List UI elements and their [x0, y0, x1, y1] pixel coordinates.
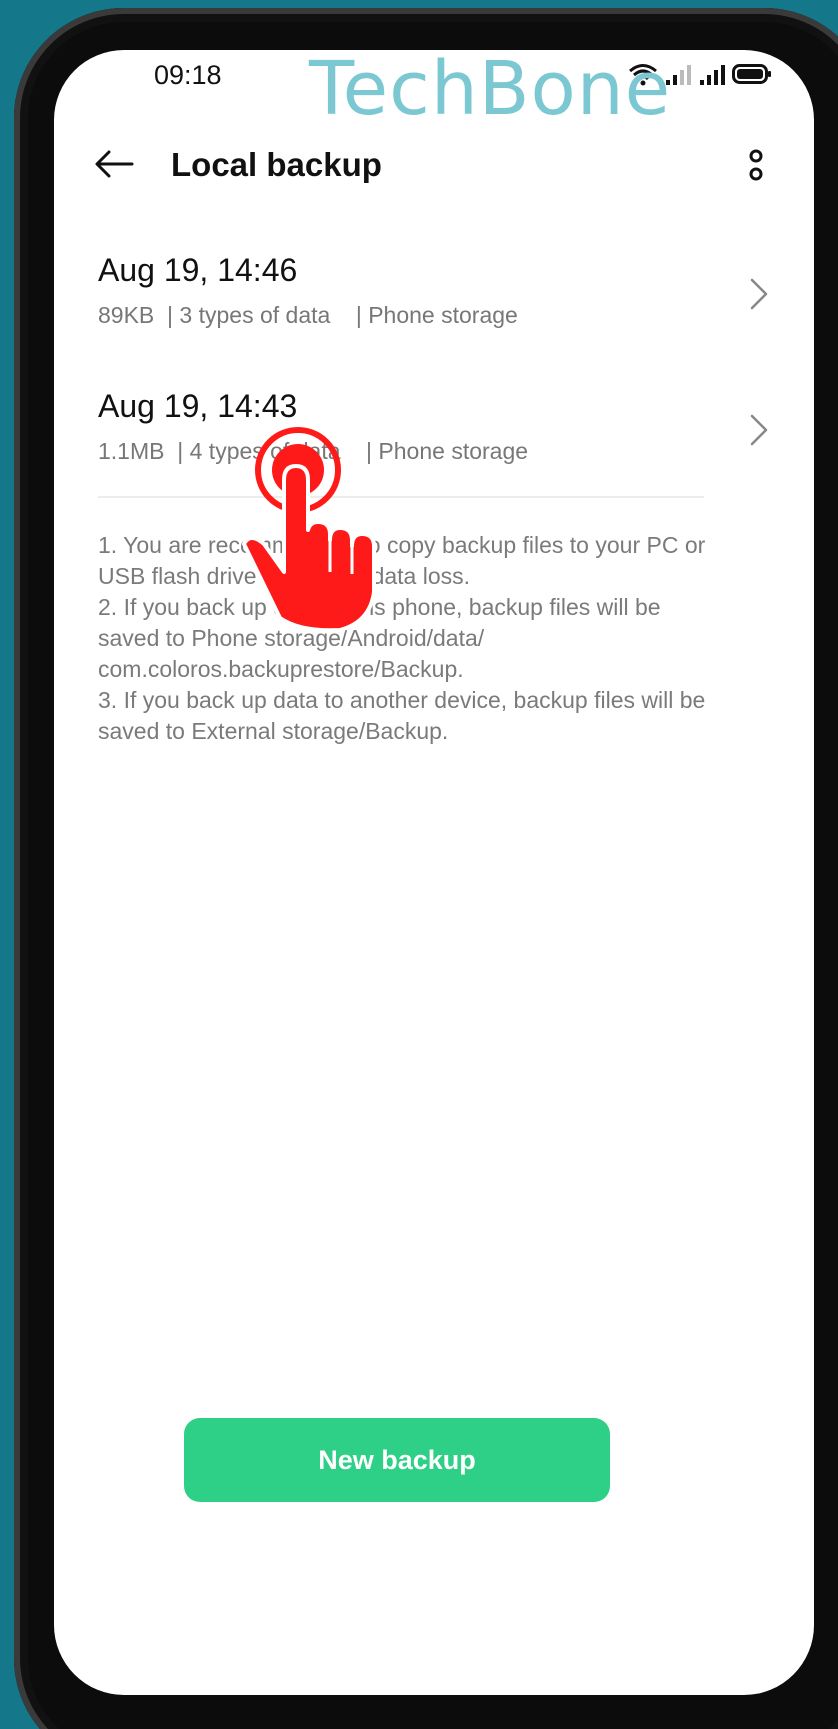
battery-icon — [732, 64, 771, 84]
status-time: 09:18 — [154, 60, 222, 90]
more-vertical-icon — [749, 149, 763, 181]
back-button[interactable] — [90, 140, 138, 188]
note-text: 2. If you back up data to this phone, ba… — [98, 594, 661, 682]
phone-screen: 09:18 TechBone Local backup Aug 19, 14:4… — [54, 50, 814, 1695]
backup-notes: 1. You are recommended to copy backup fi… — [98, 530, 718, 747]
page-title: Local backup — [171, 146, 382, 183]
new-backup-button[interactable]: New backup — [184, 1418, 610, 1502]
chevron-right-icon — [750, 278, 768, 310]
note-text: 1. You are recommended to copy backup fi… — [98, 532, 706, 589]
chevron-right-icon — [750, 414, 768, 446]
more-options-button[interactable] — [736, 140, 776, 190]
backup-meta: 1.1MB | 4 types of data | Phone storage — [98, 438, 529, 464]
backup-list-item[interactable]: Aug 19, 14:46 89KB | 3 types of data | P… — [54, 252, 814, 372]
backup-date: Aug 19, 14:46 — [98, 252, 298, 288]
backup-date: Aug 19, 14:43 — [98, 388, 298, 424]
backup-list-item[interactable]: Aug 19, 14:43 1.1MB | 4 types of data | … — [54, 388, 814, 508]
backup-meta: 89KB | 3 types of data | Phone storage — [98, 302, 518, 328]
arrow-left-icon — [95, 150, 134, 178]
note-text: 3. If you back up data to another device… — [98, 687, 706, 744]
stage: 09:18 TechBone Local backup Aug 19, 14:4… — [0, 0, 838, 1729]
techbone-watermark: TechBone — [309, 50, 672, 132]
divider — [98, 496, 704, 498]
signal-icon — [700, 65, 725, 85]
